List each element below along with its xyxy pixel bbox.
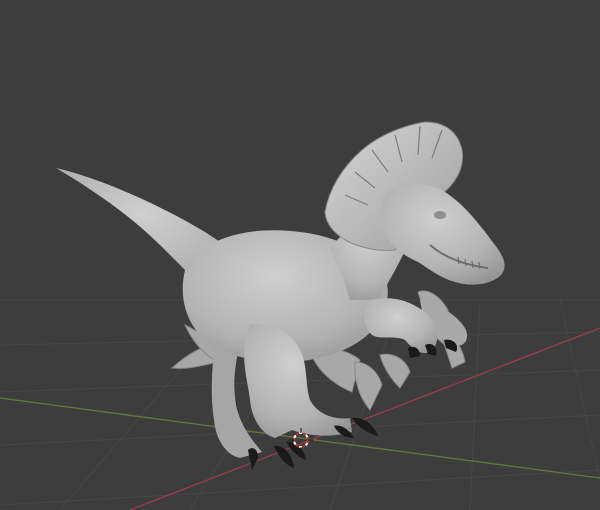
viewport-canvas[interactable] <box>0 0 600 510</box>
eye <box>434 211 446 219</box>
3d-viewport[interactable] <box>0 0 600 510</box>
dinosaur-model[interactable] <box>56 121 505 470</box>
head <box>380 183 505 285</box>
